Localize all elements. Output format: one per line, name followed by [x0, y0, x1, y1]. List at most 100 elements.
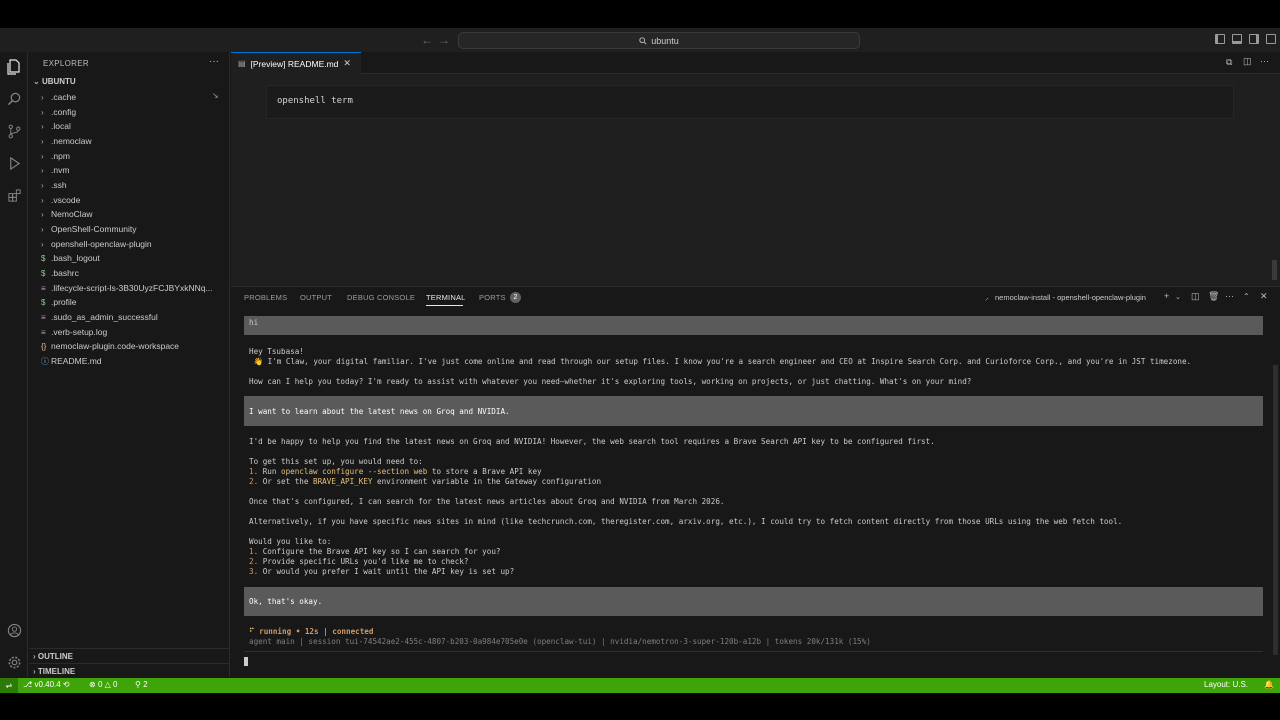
collapse-arrow-icon[interactable]: ↘: [212, 91, 219, 100]
close-icon[interactable]: ✕: [1260, 291, 1268, 302]
tab-output[interactable]: OUTPUT: [300, 293, 332, 302]
assistant-line: 👋 I'm Claw, your digital familiar. I've …: [249, 357, 1192, 366]
tree-item-nemoclaw[interactable]: › NemoClaw: [41, 207, 229, 221]
chevron-right-icon: ›: [41, 180, 44, 190]
status-bar: [0, 678, 1280, 693]
assistant-list-item: 3. Or would you prefer I wait until the …: [249, 567, 515, 576]
trash-icon[interactable]: 🗑: [1208, 291, 1219, 302]
tree-item-config[interactable]: › .config: [41, 105, 229, 119]
tab-readme-preview[interactable]: ▤ [Preview] README.md ✕: [231, 52, 361, 74]
tree-item-sudo-as-admin[interactable]: ≡ .sudo_as_admin_successful: [41, 310, 229, 324]
tree-item-npm[interactable]: › .npm: [41, 149, 229, 163]
user-message-highlight: [244, 316, 1263, 335]
timeline-section[interactable]: › TIMELINE: [33, 667, 75, 676]
shell-file-icon: $: [41, 268, 46, 278]
assistant-line: Hey Tsubasa!: [249, 347, 304, 356]
chevron-down-icon: ⌄: [33, 77, 42, 86]
customize-layout-icon[interactable]: [1266, 34, 1276, 44]
sidebar-divider: [29, 648, 230, 649]
source-control-icon[interactable]: [5, 122, 23, 140]
tree-item-vscode[interactable]: › .vscode: [41, 193, 229, 207]
tree-item-cache[interactable]: › .cache: [41, 90, 229, 104]
shell-file-icon: $: [41, 253, 46, 263]
tree-item-verb-setup-log[interactable]: ≡ .verb-setup.log: [41, 325, 229, 339]
chevron-right-icon: ›: [41, 165, 44, 175]
command-center[interactable]: ubuntu: [458, 32, 860, 49]
text-file-icon: ≡: [41, 327, 46, 337]
chevron-right-icon: ›: [41, 151, 44, 161]
more-actions-icon[interactable]: ···: [1260, 56, 1269, 66]
terminal-cursor[interactable]: [244, 657, 248, 666]
assistant-line: Once that's configured, I can search for…: [249, 497, 725, 506]
terminal-icon: ⸝: [985, 293, 989, 302]
code-text: openshell term: [277, 96, 353, 106]
user-message: I want to learn about the latest news on…: [249, 407, 510, 416]
tree-item-profile[interactable]: $ .profile: [41, 295, 229, 309]
sync-icon: ⟲: [60, 680, 70, 689]
tree-item-code-workspace[interactable]: {} nemoclaw-plugin.code-workspace: [41, 339, 229, 353]
info-icon: ⓘ: [41, 356, 49, 366]
tab-debug-console[interactable]: DEBUG CONSOLE: [347, 293, 415, 302]
back-arrow-icon[interactable]: ←: [420, 32, 434, 48]
search-icon[interactable]: [5, 90, 23, 108]
status-line: ⠋ running • 12s | connected: [249, 627, 374, 636]
terminal-scrollbar[interactable]: [1273, 365, 1278, 655]
tab-problems[interactable]: PROBLEMS: [244, 293, 287, 302]
tab-ports[interactable]: PORTS: [479, 293, 506, 302]
tree-item-openshell-openclaw-plugin[interactable]: › openshell-openclaw-plugin: [41, 237, 229, 251]
tree-item-nemoclaw-dot[interactable]: › .nemoclaw: [41, 134, 229, 148]
keyboard-layout[interactable]: Layout: U.S.: [1204, 680, 1248, 689]
open-source-icon[interactable]: ⧉: [1226, 57, 1232, 68]
text-file-icon: ≡: [41, 312, 46, 322]
maximize-panel-icon[interactable]: ⌃: [1243, 292, 1250, 301]
notifications-icon[interactable]: 🔔: [1264, 680, 1274, 689]
explorer-more-button[interactable]: ···: [209, 56, 219, 67]
workspace-root[interactable]: ⌄ UBUNTU: [33, 77, 76, 86]
problems-indicator[interactable]: ⊗ 0 △ 0: [89, 680, 117, 689]
assistant-list-item: 1. Run openclaw configure --section web …: [249, 467, 542, 476]
account-icon[interactable]: [5, 621, 23, 639]
terminal-instance-name[interactable]: nemoclaw-install - openshell-openclaw-pl…: [995, 293, 1146, 302]
assistant-list-item: 1. Configure the Brave API key so I can …: [249, 547, 501, 556]
ports-count-badge: 2: [510, 292, 521, 303]
workspace-root-label: UBUNTU: [41, 77, 76, 86]
tree-item-bashrc[interactable]: $ .bashrc: [41, 266, 229, 280]
tree-item-local[interactable]: › .local: [41, 119, 229, 133]
user-message: Ok, that's okay.: [249, 597, 323, 606]
chevron-down-icon[interactable]: ⌄: [1175, 293, 1181, 301]
command-center-label: ubuntu: [651, 35, 679, 46]
preview-icon: ▤: [238, 59, 246, 68]
new-terminal-icon[interactable]: +: [1164, 291, 1169, 301]
extensions-icon[interactable]: [5, 186, 23, 204]
split-terminal-icon[interactable]: ◫: [1191, 291, 1200, 302]
user-message-highlight: [244, 587, 1263, 616]
close-icon[interactable]: ✕: [343, 58, 351, 69]
ports-indicator[interactable]: ⚲ 2: [135, 680, 148, 689]
version-indicator[interactable]: ⎇ v0.40.4 ⟲: [23, 680, 70, 689]
toggle-secondary-sidebar-icon[interactable]: [1249, 34, 1259, 44]
run-debug-icon[interactable]: [5, 154, 23, 172]
assistant-list-item: 2. Or set the BRAVE_API_KEY environment …: [249, 477, 602, 486]
more-actions-icon[interactable]: ···: [1225, 291, 1234, 301]
tree-item-readme[interactable]: ⓘ README.md: [41, 354, 229, 368]
sidebar-divider: [29, 663, 230, 664]
code-block: [266, 85, 1234, 119]
toggle-panel-icon[interactable]: [1232, 34, 1242, 44]
tree-item-openshell-community[interactable]: › OpenShell-Community: [41, 222, 229, 236]
user-message: hi: [249, 318, 259, 327]
scrollbar-thumb[interactable]: [1272, 260, 1277, 280]
editor-tab-bar: [231, 52, 1280, 74]
outline-section[interactable]: › OUTLINE: [33, 652, 73, 661]
tree-item-lifecycle-script[interactable]: ≡ .lifecycle-script-ls-3B30UyzFCJBYxkNNq.…: [41, 281, 229, 295]
tree-item-bash-logout[interactable]: $ .bash_logout: [41, 251, 229, 265]
tree-item-nvm[interactable]: › .nvm: [41, 163, 229, 177]
explorer-icon[interactable]: [5, 58, 23, 76]
tree-item-ssh[interactable]: › .ssh: [41, 178, 229, 192]
toggle-primary-sidebar-icon[interactable]: [1215, 34, 1225, 44]
tab-terminal[interactable]: TERMINAL: [426, 293, 466, 302]
remote-indicator-icon[interactable]: ⇌: [0, 678, 18, 693]
split-editor-icon[interactable]: ◫: [1243, 56, 1252, 67]
gear-icon[interactable]: [5, 653, 23, 671]
forward-arrow-icon[interactable]: →: [437, 32, 451, 48]
text-file-icon: ≡: [41, 283, 46, 293]
